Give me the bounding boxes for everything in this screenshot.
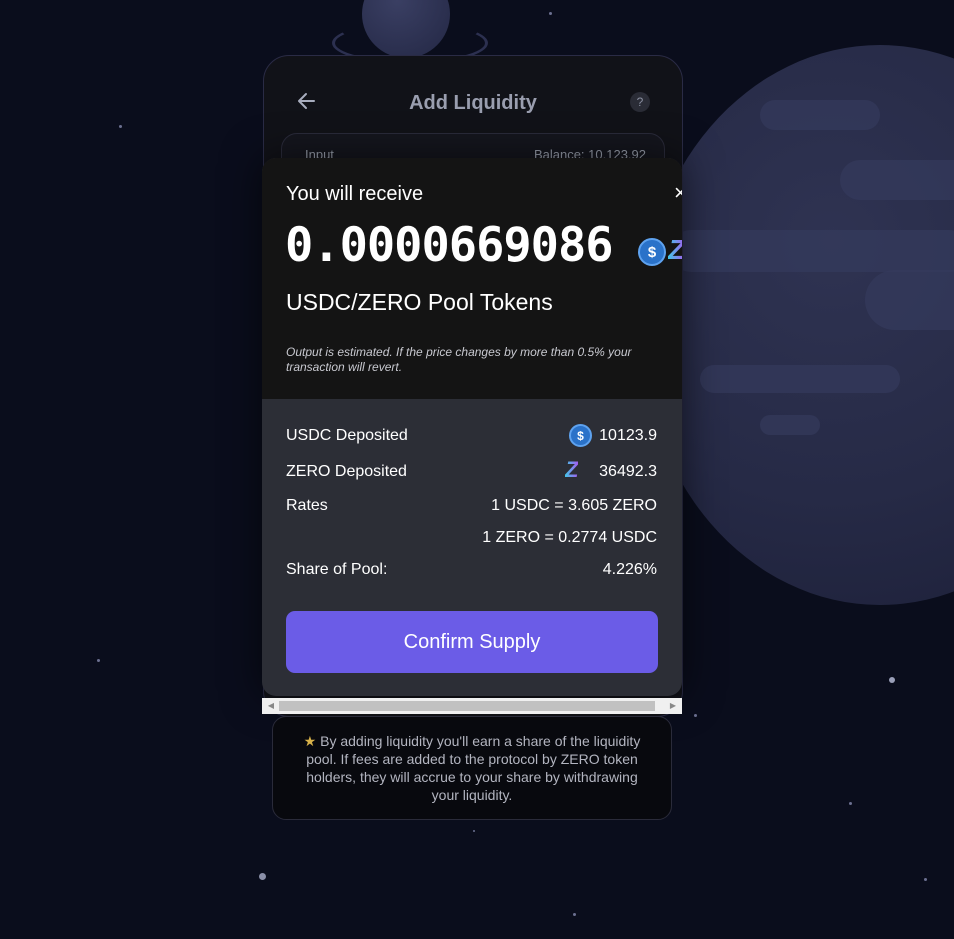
modal-title: You will receive [286,183,424,205]
scroll-left-icon[interactable]: ◀ [264,698,278,714]
pool-tokens-label: USDC/ZERO Pool Tokens [286,289,553,315]
rate-zero-usdc: 1 ZERO = 0.2774 USDC [482,529,657,546]
modal-summary: You will receive × 0.0000669086 $ Z USDC… [262,158,682,399]
confirm-supply-modal: You will receive × 0.0000669086 $ Z USDC… [262,158,682,696]
share-of-pool-label: Share of Pool: [286,561,388,578]
question-circle-icon[interactable]: ? [630,92,650,112]
zero-deposited-value: 36492.3 [599,463,657,480]
info-box: ★ By adding liquidity you'll earn a shar… [272,716,672,820]
zero-deposited-label: ZERO Deposited [286,463,407,480]
usdc-deposited-value: 10123.9 [599,427,657,444]
page-title: Add Liquidity [409,92,537,114]
receive-amount: 0.0000669086 [285,218,614,273]
horizontal-scrollbar[interactable]: ◀ ▶ [262,698,682,714]
estimate-note: Output is estimated. If the price change… [286,345,632,374]
share-of-pool-value: 4.226% [602,561,657,578]
usdc-deposited-label: USDC Deposited [286,427,408,444]
info-text: ★ By adding liquidity you'll earn a shar… [291,732,653,804]
rates-label: Rates [286,497,328,514]
rate-usdc-zero: 1 USDC = 3.605 ZERO [491,497,657,514]
usdc-icon: $ [569,424,592,447]
close-icon[interactable]: × [674,180,682,206]
zero-icon: Z [668,234,682,266]
scrollbar-thumb[interactable] [279,701,655,711]
planet-large-decoration [640,45,954,605]
usdc-icon: $ [638,238,666,266]
zero-icon: Z [565,457,579,482]
star-icon: ★ [303,733,317,749]
info-message: By adding liquidity you'll earn a share … [306,733,641,803]
scroll-right-icon[interactable]: ▶ [666,698,680,714]
confirm-supply-button[interactable]: Confirm Supply [286,611,658,673]
